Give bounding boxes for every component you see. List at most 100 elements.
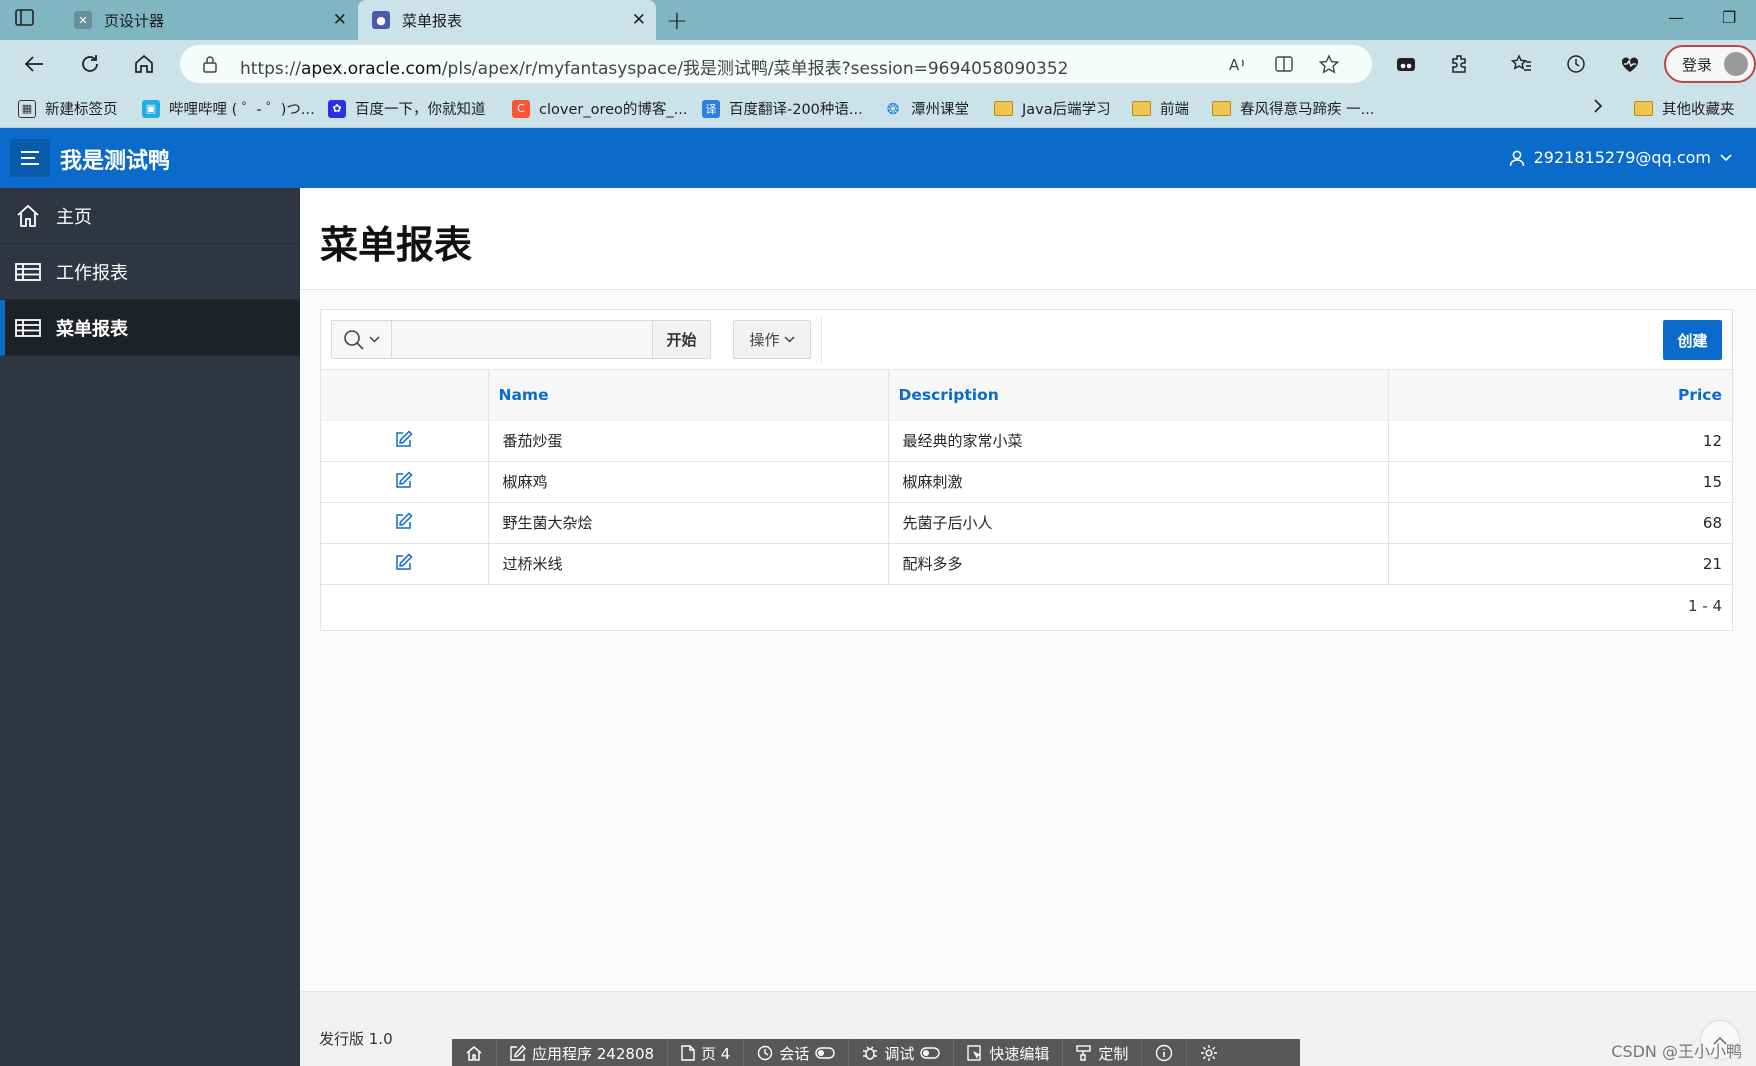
lock-icon[interactable] <box>202 55 218 77</box>
cell-description: 配料多多 <box>888 543 1389 585</box>
split-screen-icon[interactable] <box>1274 54 1294 78</box>
report-toolbar: 开始 操作 创建 <box>321 310 1732 370</box>
extensions-icon[interactable] <box>1446 50 1474 78</box>
search-input[interactable] <box>392 321 652 358</box>
user-menu[interactable]: 2921815279@qq.com <box>1508 148 1732 167</box>
svg-text:A: A <box>1229 56 1240 74</box>
new-tab-icon[interactable]: + <box>666 6 688 36</box>
devbar-home[interactable] <box>452 1039 497 1066</box>
designer-favicon-icon: ✕ <box>74 11 92 29</box>
cell-name: 番茄炒蛋 <box>488 420 889 462</box>
sidebar-item-work-report[interactable]: 工作报表 <box>0 244 300 300</box>
devbar-application[interactable]: 应用程序 242808 <box>497 1039 669 1066</box>
bookmark-folder-chunfeng[interactable]: 春风得意马蹄疾 一... <box>1212 98 1374 119</box>
login-button[interactable]: 登录 <box>1664 45 1756 83</box>
actions-label: 操作 <box>749 331 780 349</box>
tab-title: 菜单报表 <box>402 11 463 30</box>
devbar-info[interactable] <box>1142 1039 1188 1066</box>
devbar-quick-edit[interactable]: 快速编辑 <box>954 1039 1064 1066</box>
home-icon[interactable] <box>130 50 158 78</box>
devbar-session[interactable]: 会话 <box>744 1039 850 1066</box>
edit-icon[interactable] <box>395 552 413 571</box>
info-icon <box>1155 1044 1173 1062</box>
url-field[interactable]: https://apex.oracle.com/pls/apex/r/myfan… <box>180 45 1372 83</box>
folder-icon <box>1132 101 1151 116</box>
back-icon[interactable] <box>20 50 48 78</box>
devbar-debug[interactable]: 调试 <box>849 1039 955 1066</box>
baidu-paw-icon: ✿ <box>328 99 346 118</box>
edit-cell <box>321 461 489 503</box>
search-group: 开始 <box>331 320 711 359</box>
actions-menu-button[interactable]: 操作 <box>733 320 811 359</box>
column-header-price[interactable]: Price <box>1388 370 1732 421</box>
devbar-label: 调试 <box>884 1044 915 1063</box>
sidebar-item-menu-report[interactable]: 菜单报表 <box>0 300 300 356</box>
bookmark-folder-java[interactable]: Java后端学习 <box>994 98 1111 119</box>
clock-icon <box>757 1045 773 1061</box>
bookmark-new-tab[interactable]: ▦ 新建标签页 <box>18 98 118 119</box>
column-header-description[interactable]: Description <box>888 370 1389 421</box>
bookmarks-overflow-icon[interactable] <box>1592 98 1604 114</box>
bug-icon <box>862 1045 878 1061</box>
edit-icon[interactable] <box>395 429 413 448</box>
menu-toggle-button[interactable] <box>10 139 50 177</box>
page-title: 菜单报表 <box>320 223 473 267</box>
devbar-customize[interactable]: 定制 <box>1063 1039 1143 1066</box>
favorites-icon[interactable] <box>1508 50 1536 78</box>
avatar <box>1724 52 1748 76</box>
cell-name: 椒麻鸡 <box>488 461 889 503</box>
bookmark-baidu[interactable]: ✿ 百度一下，你就知道 <box>328 98 486 119</box>
extension-duck-icon[interactable] <box>1392 50 1420 78</box>
translate-icon: 译 <box>702 99 720 118</box>
devbar-page[interactable]: 页 4 <box>668 1039 745 1066</box>
search-column-selector[interactable] <box>332 321 392 358</box>
table-row: 番茄炒蛋 最经典的家常小菜 12 <box>321 420 1732 462</box>
bookmark-folder-frontend[interactable]: 前端 <box>1132 98 1189 119</box>
bookmarks-bar: ▦ 新建标签页 ▣ 哔哩哔哩 ( ゜- ゜)つ... ✿ 百度一下，你就知道 C… <box>0 88 1756 128</box>
go-button[interactable]: 开始 <box>652 321 710 358</box>
toggle-icon <box>815 1047 836 1059</box>
column-header-name[interactable]: Name <box>488 370 889 421</box>
table-row: 过桥米线 配料多多 21 <box>321 543 1732 585</box>
bookmark-other-favorites[interactable]: 其他收藏夹 <box>1634 98 1735 119</box>
bookmark-bilibili[interactable]: ▣ 哔哩哔哩 ( ゜- ゜)つ... <box>142 98 315 119</box>
home-icon <box>465 1044 483 1062</box>
edit-icon[interactable] <box>395 511 413 530</box>
history-icon[interactable] <box>1562 50 1590 78</box>
bookmark-tanzhou[interactable]: ❂ 潭州课堂 <box>884 98 969 119</box>
devbar-label: 页 4 <box>701 1044 731 1063</box>
browser-tab-menu-report[interactable]: ● 菜单报表 ✕ <box>358 0 656 40</box>
url-text: https://apex.oracle.com/pls/apex/r/myfan… <box>240 54 1068 79</box>
report-table: Name Description Price 番茄炒蛋 最经典的家常小菜 12 … <box>321 370 1732 585</box>
create-button[interactable]: 创建 <box>1663 320 1722 360</box>
browser-tab-page-designer[interactable]: ✕ 页设计器 ✕ <box>60 0 357 40</box>
chevron-down-icon <box>1720 153 1732 162</box>
tab-actions-icon[interactable] <box>14 8 44 32</box>
edit-cell <box>321 502 489 544</box>
edit-icon[interactable] <box>395 470 413 489</box>
bookmark-label: 其他收藏夹 <box>1662 102 1735 118</box>
refresh-icon[interactable] <box>76 50 104 78</box>
sidebar-item-label: 主页 <box>56 206 92 228</box>
close-icon[interactable]: ✕ <box>333 10 347 30</box>
cell-price: 15 <box>1388 461 1732 503</box>
restore-icon[interactable]: ❐ <box>1722 8 1736 27</box>
app-title[interactable]: 我是测试鸭 <box>60 143 170 175</box>
minimize-icon[interactable]: — <box>1668 8 1684 27</box>
bookmark-csdn-blog[interactable]: C clover_oreo的博客_... <box>512 98 687 119</box>
pagination-range: 1 - 4 <box>1687 597 1722 615</box>
favorite-star-icon[interactable] <box>1318 54 1340 78</box>
folder-icon <box>994 101 1013 116</box>
main-content: 菜单报表 开始 操作 创建 Name Description Price 番茄炒… <box>300 188 1756 1066</box>
read-aloud-icon[interactable]: A <box>1228 54 1248 78</box>
devbar-label: 会话 <box>779 1044 810 1063</box>
edit-cell <box>321 543 489 585</box>
apex-favicon-icon: ● <box>372 11 390 29</box>
sidebar-item-home[interactable]: 主页 <box>0 188 300 244</box>
bookmark-baidu-translate[interactable]: 译 百度翻译-200种语... <box>702 98 863 119</box>
cell-name: 过桥米线 <box>488 543 889 585</box>
performance-icon[interactable] <box>1616 50 1644 78</box>
close-icon[interactable]: ✕ <box>632 10 646 30</box>
cell-description: 先菌子后小人 <box>888 502 1389 544</box>
devbar-settings[interactable] <box>1187 1039 1231 1066</box>
